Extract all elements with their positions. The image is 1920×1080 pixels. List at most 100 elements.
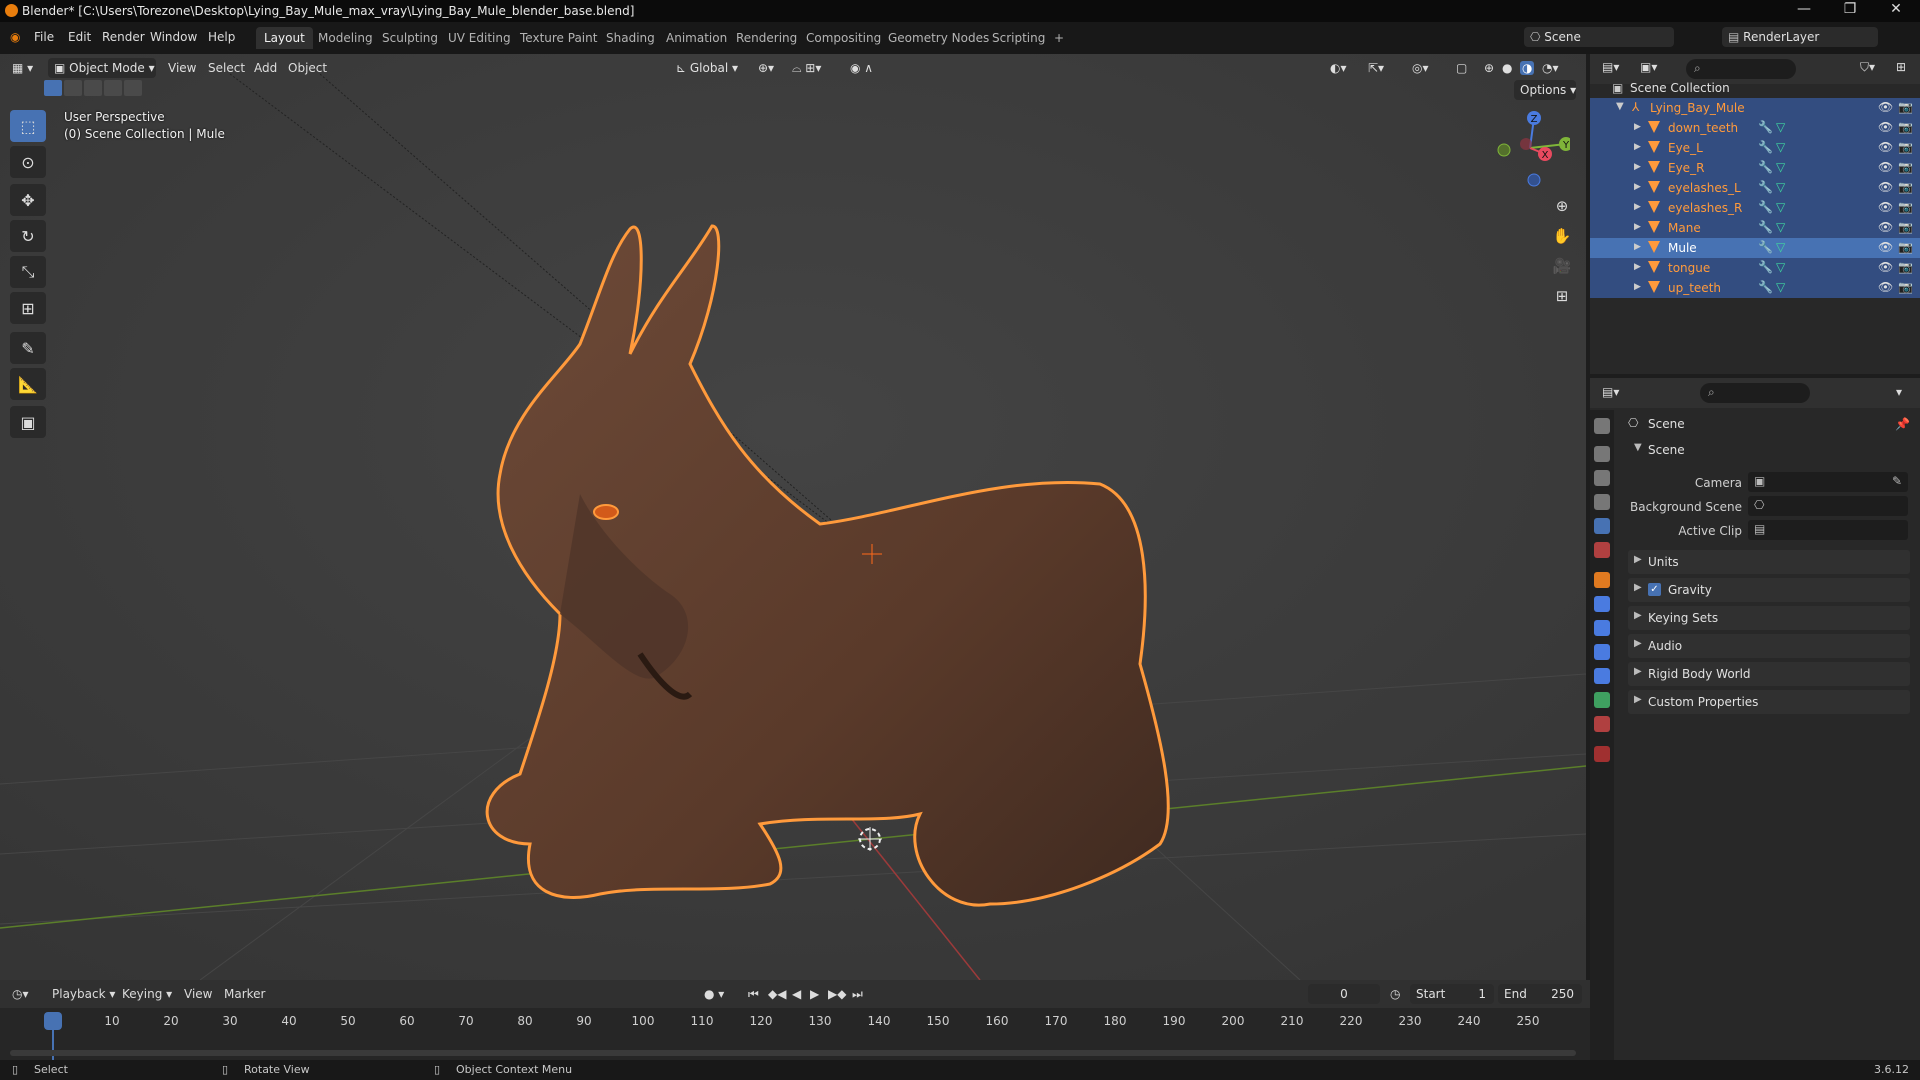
scene-tab-icon[interactable] [1594, 518, 1610, 534]
mesh-data-icon[interactable]: ▽ [1776, 280, 1785, 294]
pivot-point-icon[interactable]: ⊕▾ [758, 61, 774, 75]
panel-keying-sets[interactable]: ▶ Keying Sets [1628, 606, 1910, 630]
chevron-right-icon[interactable]: ▶ [1634, 282, 1641, 292]
editor-type-icon[interactable]: ▦ ▾ [12, 61, 33, 75]
tab-scripting[interactable]: Scripting [984, 27, 1053, 49]
chevron-right-icon[interactable]: ▶ [1634, 222, 1641, 232]
panel-units[interactable]: ▶ Units [1628, 550, 1910, 574]
camera-icon[interactable]: 📷 [1898, 220, 1913, 234]
mode-selector[interactable]: ▣ Object Mode ▾ [48, 58, 156, 78]
tab-uv-editing[interactable]: UV Editing [440, 27, 519, 49]
cursor-tool[interactable]: ⊙ [10, 146, 46, 178]
navigation-gizmo[interactable]: Z Y X [1490, 108, 1570, 188]
select-box-tool[interactable]: ⬚ [10, 110, 46, 142]
timeline-scrollbar[interactable] [10, 1050, 1576, 1056]
add-workspace-button[interactable]: + [1046, 27, 1072, 49]
mesh-data-icon[interactable]: ▽ [1776, 160, 1785, 174]
eye-icon[interactable]: 👁 [1878, 240, 1893, 254]
chevron-right-icon[interactable]: ▶ [1634, 262, 1641, 272]
mesh-data-icon[interactable]: ▽ [1776, 220, 1785, 234]
tab-layout[interactable]: Layout [256, 27, 313, 49]
select-extend-icon[interactable] [64, 80, 82, 96]
close-icon[interactable]: ✕ [1876, 1, 1916, 17]
outliner-object-row[interactable]: ▶ Mule 🔧 ▽ 👁 📷 [1590, 238, 1920, 258]
chevron-right-icon[interactable]: ▶ [1634, 202, 1641, 212]
modifier-icon[interactable]: 🔧 [1758, 180, 1773, 194]
minimize-icon[interactable]: — [1784, 1, 1824, 17]
mesh-data-icon[interactable]: ▽ [1776, 200, 1785, 214]
data-tab-icon[interactable] [1594, 692, 1610, 708]
outliner-object-row[interactable]: ▶ eyelashes_R 🔧 ▽ 👁 📷 [1590, 198, 1920, 218]
shading-wireframe-icon[interactable]: ⊕ [1484, 61, 1494, 75]
tab-animation[interactable]: Animation [658, 27, 735, 49]
eye-icon[interactable]: 👁 [1878, 100, 1893, 114]
gravity-checkbox[interactable]: ✓ [1648, 583, 1661, 596]
chevron-right-icon[interactable]: ▶ [1634, 142, 1641, 152]
camera-icon[interactable]: 📷 [1898, 100, 1913, 114]
rotate-tool[interactable]: ↻ [10, 220, 46, 252]
playhead[interactable] [44, 1012, 62, 1030]
constraints-tab-icon[interactable] [1594, 668, 1610, 684]
display-mode-icon[interactable]: ▣▾ [1640, 60, 1657, 74]
gizmo-toggle-icon[interactable]: ⇱▾ [1368, 61, 1384, 75]
transform-orientation-selector[interactable]: ⊾ Global ▾ [670, 58, 746, 78]
panel-custom-properties[interactable]: ▶ Custom Properties [1628, 690, 1910, 714]
outliner-search-input[interactable]: ⌕ [1686, 59, 1796, 79]
new-collection-icon[interactable]: ⊞ [1896, 60, 1906, 74]
modifier-icon[interactable]: 🔧 [1758, 200, 1773, 214]
modifier-icon[interactable]: 🔧 [1758, 220, 1773, 234]
camera-icon[interactable]: 📷 [1898, 200, 1913, 214]
chevron-right-icon[interactable]: ▶ [1634, 182, 1641, 192]
shading-rendered-icon[interactable]: ◔▾ [1542, 61, 1559, 75]
mesh-data-icon[interactable]: ▽ [1776, 240, 1785, 254]
filter-icon[interactable]: ⛉▾ [1860, 60, 1875, 75]
xray-toggle-icon[interactable]: ▢ [1456, 61, 1467, 75]
eye-icon[interactable]: 👁 [1878, 260, 1893, 274]
output-tab-icon[interactable] [1594, 470, 1610, 486]
ortho-toggle-icon[interactable]: ⊞ [1548, 282, 1576, 310]
outliner-editor-type-icon[interactable]: ▤▾ [1602, 60, 1619, 74]
modifier-tab-icon[interactable] [1594, 596, 1610, 612]
camera-view-icon[interactable]: 🎥 [1548, 252, 1576, 280]
tab-compositing[interactable]: Compositing [798, 27, 889, 49]
properties-editor-type-icon[interactable]: ▤▾ [1602, 385, 1619, 399]
outliner-scene-collection[interactable]: ▣ Scene Collection [1590, 78, 1920, 98]
select-subtract-icon[interactable] [84, 80, 102, 96]
scale-tool[interactable]: ⤡ [10, 256, 46, 288]
viewport-menu-view[interactable]: View [168, 61, 196, 75]
outliner-object-row[interactable]: ▶ up_teeth 🔧 ▽ 👁 📷 [1590, 278, 1920, 298]
panel-audio[interactable]: ▶ Audio [1628, 634, 1910, 658]
texture-tab-icon[interactable] [1594, 746, 1610, 762]
outliner-object-row[interactable]: ▶ tongue 🔧 ▽ 👁 📷 [1590, 258, 1920, 278]
view-layer-tab-icon[interactable] [1594, 494, 1610, 510]
menu-window[interactable]: Window [150, 30, 197, 44]
modifier-icon[interactable]: 🔧 [1758, 240, 1773, 254]
viewport-menu-object[interactable]: Object [288, 61, 327, 75]
transform-tool[interactable]: ⊞ [10, 292, 46, 324]
camera-icon[interactable]: 📷 [1898, 160, 1913, 174]
outliner-object-row[interactable]: ▶ down_teeth 🔧 ▽ 👁 📷 [1590, 118, 1920, 138]
modifier-icon[interactable]: 🔧 [1758, 140, 1773, 154]
panel-rigid-body-world[interactable]: ▶ Rigid Body World [1628, 662, 1910, 686]
object-tab-icon[interactable] [1594, 572, 1610, 588]
camera-icon[interactable]: 📷 [1898, 260, 1913, 274]
outliner-object-row[interactable]: ▶ Eye_R 🔧 ▽ 👁 📷 [1590, 158, 1920, 178]
eye-icon[interactable]: 👁 [1878, 160, 1893, 174]
pin-icon[interactable]: 📌 [1895, 417, 1910, 431]
tab-sculpting[interactable]: Sculpting [374, 27, 446, 49]
move-tool[interactable]: ✥ [10, 184, 46, 216]
camera-icon[interactable]: 📷 [1898, 240, 1913, 254]
visibility-icon[interactable]: ◐▾ [1330, 61, 1347, 75]
modifier-icon[interactable]: 🔧 [1758, 280, 1773, 294]
eye-icon[interactable]: 👁 [1878, 180, 1893, 194]
menu-edit[interactable]: Edit [68, 30, 91, 44]
particles-tab-icon[interactable] [1594, 620, 1610, 636]
blender-menu-icon[interactable]: ◉ [10, 30, 20, 44]
camera-icon[interactable]: 📷 [1898, 280, 1913, 294]
select-invert-icon[interactable] [104, 80, 122, 96]
eyedropper-icon[interactable]: ✎ [1892, 474, 1902, 488]
tab-geometry-nodes[interactable]: Geometry Nodes [880, 27, 997, 49]
overlays-toggle-icon[interactable]: ◎▾ [1412, 61, 1429, 75]
maximize-icon[interactable]: ❐ [1830, 1, 1870, 17]
chevron-right-icon[interactable]: ▶ [1634, 242, 1641, 252]
